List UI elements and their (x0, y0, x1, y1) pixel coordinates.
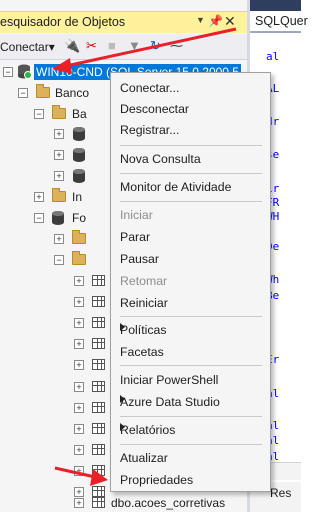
annotation-arrows (52, 27, 237, 486)
annotation-arrow-top (52, 27, 237, 74)
annotation-arrow-bottom (54, 466, 108, 486)
